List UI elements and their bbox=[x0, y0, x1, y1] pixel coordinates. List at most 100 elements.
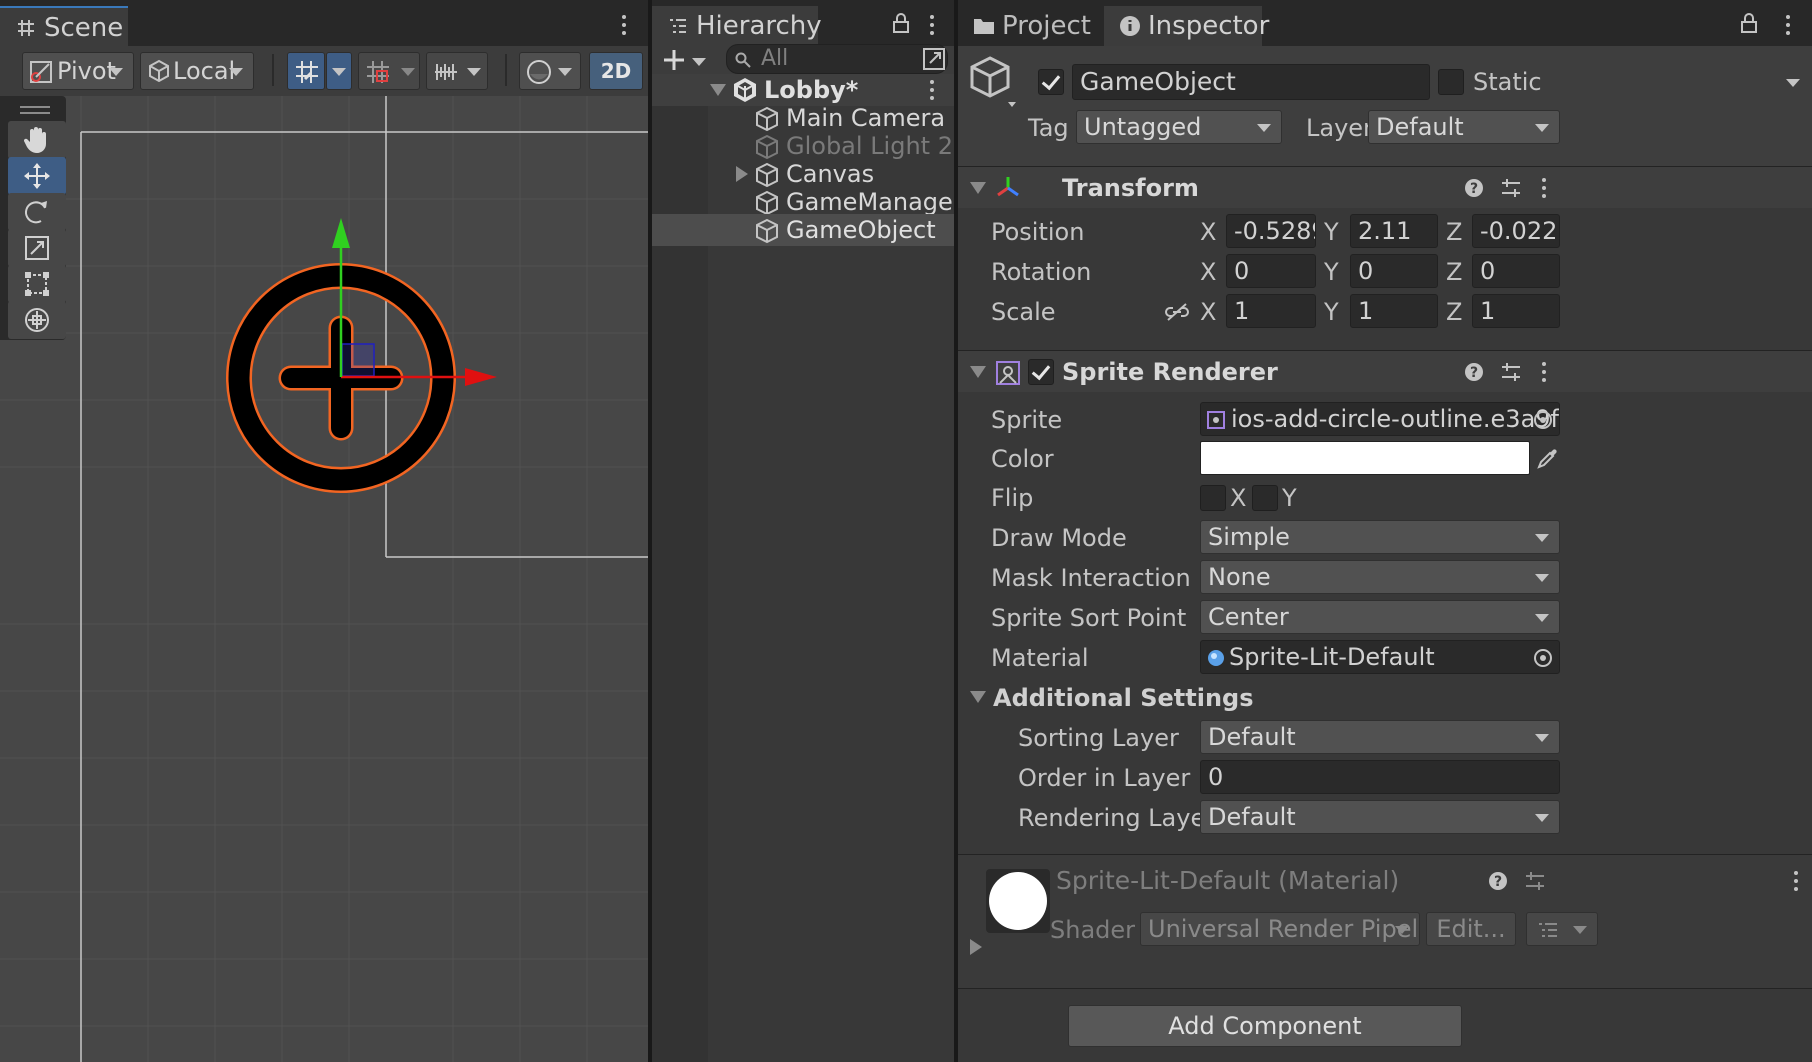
rot-y-label[interactable]: Y bbox=[1324, 256, 1339, 288]
sprite-renderer-header[interactable]: Sprite Renderer ? bbox=[958, 350, 1812, 392]
order-in-layer-field[interactable]: 0 bbox=[1200, 760, 1560, 794]
rotation-x-field[interactable]: 0 bbox=[1226, 254, 1316, 288]
sort-point-dropdown[interactable]: Center bbox=[1200, 600, 1560, 634]
transform-tool[interactable] bbox=[8, 301, 66, 339]
move-gizmo[interactable] bbox=[320, 210, 520, 410]
object-name-field[interactable]: GameObject bbox=[1072, 64, 1430, 100]
pos-y-label[interactable]: Y bbox=[1324, 216, 1339, 248]
help-icon[interactable]: ? bbox=[1464, 362, 1484, 382]
sprite-object-field[interactable]: ios-add-circle-outline.e3a9f2f( bbox=[1200, 402, 1560, 436]
scale-y-label[interactable]: Y bbox=[1324, 296, 1339, 328]
eyedropper-icon[interactable] bbox=[1536, 446, 1560, 470]
material-preview[interactable] bbox=[986, 869, 1050, 933]
pos-x-label[interactable]: X bbox=[1200, 216, 1216, 248]
presets-icon[interactable] bbox=[1500, 361, 1522, 383]
shader-edit-button[interactable]: Edit... bbox=[1426, 912, 1516, 946]
presets-icon[interactable] bbox=[1500, 177, 1522, 199]
rendering-layer-dropdown[interactable]: Default bbox=[1200, 800, 1560, 834]
color-swatch[interactable] bbox=[1200, 441, 1530, 475]
object-picker-icon[interactable] bbox=[1533, 410, 1553, 430]
search-options-icon[interactable] bbox=[922, 47, 946, 71]
move-tool[interactable] bbox=[8, 157, 66, 195]
shader-dropdown[interactable]: Universal Render Pipeli bbox=[1140, 912, 1420, 946]
add-component-button[interactable]: Add Component bbox=[1068, 1005, 1462, 1047]
material-picker-icon[interactable] bbox=[1533, 648, 1553, 668]
inspector-lock-icon[interactable] bbox=[1740, 12, 1758, 34]
help-icon[interactable]: ? bbox=[1464, 178, 1484, 198]
shading-mode-dropdown[interactable] bbox=[519, 52, 581, 90]
scene-fold-icon[interactable] bbox=[710, 84, 726, 96]
scale-z-label[interactable]: Z bbox=[1446, 296, 1462, 328]
sprite-renderer-fold-icon[interactable] bbox=[970, 366, 986, 378]
rect-tool[interactable] bbox=[8, 265, 66, 303]
flip-x-checkbox[interactable] bbox=[1200, 485, 1226, 511]
scale-y-field[interactable]: 1 bbox=[1350, 294, 1438, 328]
mask-interaction-dropdown[interactable]: None bbox=[1200, 560, 1560, 594]
layer-dropdown[interactable]: Default bbox=[1368, 110, 1560, 144]
static-caret-icon[interactable] bbox=[1786, 79, 1800, 87]
position-x-field[interactable]: -0.5289 bbox=[1226, 214, 1316, 248]
rot-z-label[interactable]: Z bbox=[1446, 256, 1462, 288]
add-caret-icon bbox=[692, 58, 706, 66]
inspector-menu-icon[interactable] bbox=[1784, 13, 1792, 37]
rotation-z-field[interactable]: 0 bbox=[1472, 254, 1560, 288]
rotate-tool[interactable] bbox=[8, 193, 66, 231]
transform-fold-icon[interactable] bbox=[970, 182, 986, 194]
hierarchy-item-gameobject[interactable]: GameObject bbox=[652, 214, 954, 246]
scale-x-field[interactable]: 1 bbox=[1226, 294, 1316, 328]
material-menu-icon[interactable] bbox=[1792, 869, 1800, 893]
lock-icon[interactable] bbox=[892, 12, 910, 34]
active-checkbox[interactable] bbox=[1038, 69, 1064, 95]
scene-menu-icon[interactable] bbox=[620, 13, 628, 37]
flip-y-checkbox[interactable] bbox=[1252, 485, 1278, 511]
add-object-button[interactable] bbox=[660, 46, 706, 74]
draw-mode-dropdown[interactable]: Simple bbox=[1200, 520, 1560, 554]
constrain-proportions-icon[interactable] bbox=[1164, 301, 1190, 323]
grid-snap-menu[interactable] bbox=[326, 52, 352, 90]
material-title: Sprite-Lit-Default (Material) bbox=[1056, 866, 1400, 895]
tag-dropdown[interactable]: Untagged bbox=[1076, 110, 1282, 144]
position-y-field[interactable]: 2.11 bbox=[1350, 214, 1438, 248]
tab-scene[interactable]: Scene bbox=[0, 6, 128, 46]
tab-hierarchy[interactable]: Hierarchy bbox=[652, 6, 822, 46]
tools-drag-handle[interactable] bbox=[20, 106, 50, 114]
additional-settings-fold-icon[interactable] bbox=[970, 691, 986, 703]
mode-2d-button[interactable]: 2D bbox=[589, 52, 643, 90]
material-expand-icon[interactable] bbox=[970, 939, 982, 955]
sorting-layer-dropdown[interactable]: Default bbox=[1200, 720, 1560, 754]
increment-snap-button[interactable] bbox=[358, 52, 420, 90]
object-name-value: GameObject bbox=[1080, 67, 1236, 96]
shader-options-button[interactable] bbox=[1526, 912, 1598, 946]
ruler-button[interactable] bbox=[426, 52, 488, 90]
material-object-field[interactable]: Sprite-Lit-Default bbox=[1200, 640, 1560, 674]
position-z-field[interactable]: -0.0226 bbox=[1472, 214, 1560, 248]
hierarchy-menu-icon[interactable] bbox=[928, 13, 936, 37]
static-checkbox[interactable] bbox=[1438, 69, 1464, 95]
hierarchy-search[interactable]: All bbox=[726, 44, 948, 74]
canvas-expand-icon[interactable] bbox=[736, 166, 748, 182]
pos-z-label[interactable]: Z bbox=[1446, 216, 1462, 248]
hand-tool[interactable] bbox=[8, 121, 66, 159]
scene-row-menu-icon[interactable] bbox=[928, 78, 936, 102]
sprite-renderer-enabled-checkbox[interactable] bbox=[1028, 359, 1054, 385]
transform-menu-icon[interactable] bbox=[1540, 176, 1548, 200]
sprite-renderer-title: Sprite Renderer bbox=[1062, 358, 1278, 386]
rotation-y-field[interactable]: 0 bbox=[1350, 254, 1438, 288]
gameobject-large-icon[interactable] bbox=[970, 56, 1020, 110]
tab-project[interactable]: Project bbox=[958, 6, 1102, 46]
scale-tool[interactable] bbox=[8, 229, 66, 267]
presets-icon[interactable] bbox=[1524, 870, 1546, 892]
grid-snap-button[interactable] bbox=[287, 52, 325, 90]
scale-z-field[interactable]: 1 bbox=[1472, 294, 1560, 328]
additional-settings-label[interactable]: Additional Settings bbox=[993, 682, 1254, 714]
pivot-dropdown[interactable]: Pivot bbox=[22, 52, 134, 90]
rot-x-label[interactable]: X bbox=[1200, 256, 1216, 288]
flip-x-label: X bbox=[1230, 484, 1247, 512]
scene-viewport[interactable] bbox=[0, 96, 648, 1062]
help-icon[interactable]: ? bbox=[1488, 871, 1508, 891]
sprite-renderer-menu-icon[interactable] bbox=[1540, 360, 1548, 384]
transform-header[interactable]: Transform ? bbox=[958, 166, 1812, 208]
scale-x-label[interactable]: X bbox=[1200, 296, 1216, 328]
local-dropdown[interactable]: Local bbox=[140, 52, 254, 90]
tab-inspector[interactable]: Inspector bbox=[1104, 6, 1269, 46]
